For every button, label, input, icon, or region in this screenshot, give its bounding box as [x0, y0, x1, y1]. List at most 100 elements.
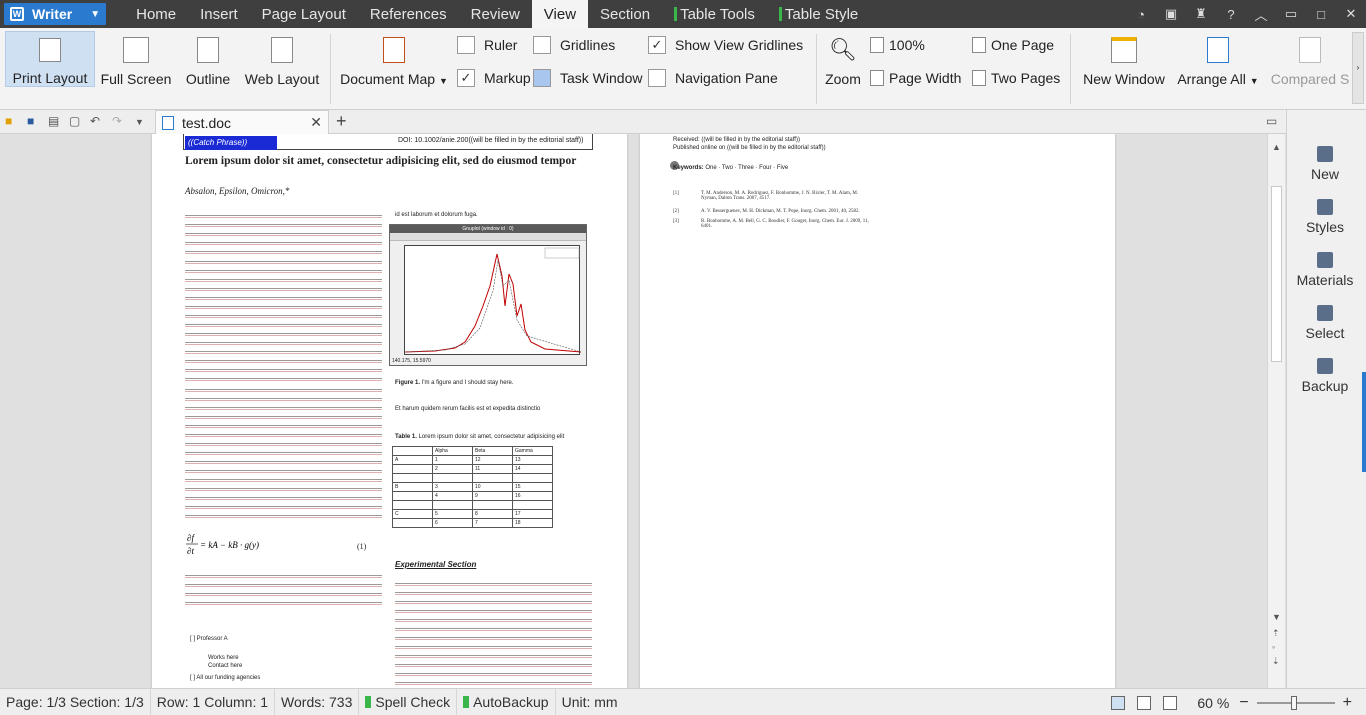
show-view-gridlines-checkbox[interactable]: ✓ Show View Gridlines	[648, 36, 803, 54]
table-cell[interactable]: B	[392, 482, 433, 492]
table-cell[interactable]: 6	[432, 518, 473, 528]
maximize-icon[interactable]: □	[1306, 7, 1336, 22]
table-cell[interactable]: 18	[512, 518, 553, 528]
table-cell[interactable]	[472, 473, 513, 483]
print-icon[interactable]: ▤	[48, 114, 59, 128]
zoom-out-button[interactable]: −	[1239, 694, 1248, 712]
status-page[interactable]: Page: 1/3 Section: 1/3	[0, 688, 151, 715]
table-cell[interactable]	[392, 491, 433, 501]
table-cell[interactable]: 5	[432, 509, 473, 519]
restore-window-icon[interactable]: ▭	[1276, 6, 1306, 22]
redo-icon[interactable]: ↷	[112, 114, 122, 128]
table-cell[interactable]: C	[392, 509, 433, 519]
task-window-checkbox[interactable]: Task Window	[533, 69, 642, 87]
tab-insert[interactable]: Insert	[188, 0, 250, 28]
previous-page-icon[interactable]: ⇡	[1272, 628, 1280, 639]
print-layout-button[interactable]: Print Layout	[5, 31, 95, 87]
shirt-icon[interactable]: ♜	[1186, 6, 1216, 22]
taskpane-collapse-handle[interactable]	[1362, 372, 1366, 472]
document-page-2[interactable]: Received: ((will be filled in by the edi…	[640, 134, 1115, 688]
new-window-button[interactable]: New Window	[1078, 31, 1170, 87]
status-unit[interactable]: Unit: mm	[556, 689, 624, 715]
navigation-pane-checkbox[interactable]: Navigation Pane	[648, 69, 778, 87]
select-browse-object-icon[interactable]: ◦	[1272, 642, 1275, 652]
save-icon[interactable]: ■	[27, 114, 34, 128]
table-header-cell[interactable]	[392, 446, 433, 456]
taskpane-styles[interactable]: Styles	[1287, 199, 1363, 235]
full-screen-button[interactable]: Full Screen	[98, 31, 174, 87]
zoom-button[interactable]: 🔍︎ Zoom	[822, 31, 864, 87]
tab-table-tools[interactable]: Table Tools	[662, 0, 767, 28]
one-page-button[interactable]: One Page	[972, 37, 1054, 53]
new-tab-button[interactable]: +	[336, 111, 347, 132]
table-cell[interactable]: 16	[512, 491, 553, 501]
zoom-slider[interactable]	[1256, 695, 1335, 710]
open-folder-icon[interactable]: ■	[5, 114, 12, 128]
arrange-all-button[interactable]: Arrange All ▼	[1176, 31, 1260, 87]
table-cell[interactable]: 1	[432, 455, 473, 465]
table-header-cell[interactable]: Alpha	[432, 446, 473, 456]
outline-button[interactable]: Outline	[180, 31, 236, 87]
taskpane-select[interactable]: Select	[1287, 305, 1363, 341]
zoom-in-button[interactable]: +	[1343, 694, 1352, 712]
table-cell[interactable]: 2	[432, 464, 473, 474]
tab-page-layout[interactable]: Page Layout	[250, 0, 358, 28]
outline-view-icon[interactable]	[1137, 695, 1152, 710]
chevron-down-icon[interactable]: ▼	[135, 117, 144, 127]
table-cell[interactable]: A	[392, 455, 433, 465]
table-cell[interactable]	[392, 464, 433, 474]
table-cell[interactable]: 10	[472, 482, 513, 492]
table-cell[interactable]: 14	[512, 464, 553, 474]
scroll-up-icon[interactable]: ▲	[1272, 142, 1281, 152]
next-page-icon[interactable]: ⇣	[1272, 656, 1280, 667]
table-cell[interactable]	[512, 473, 553, 483]
document-map-button[interactable]: Document Map ▼	[338, 31, 450, 87]
table-cell[interactable]: 7	[472, 518, 513, 528]
gridlines-checkbox[interactable]: Gridlines	[533, 36, 615, 54]
undo-icon[interactable]: ↶	[90, 114, 100, 128]
tab-list-icon[interactable]: ▭	[1266, 114, 1277, 128]
table-cell[interactable]: 3	[432, 482, 473, 492]
help-icon[interactable]: ?	[1216, 7, 1246, 22]
sync-icon[interactable]: ◔	[1126, 7, 1156, 22]
vertical-scrollbar[interactable]: ▲ ▼ ⇡ ◦ ⇣	[1267, 134, 1285, 688]
table-cell[interactable]	[392, 500, 433, 510]
close-window-icon[interactable]: ✕	[1336, 6, 1366, 22]
scrollbar-thumb[interactable]	[1271, 186, 1282, 362]
table-cell[interactable]: 12	[472, 455, 513, 465]
print-preview-icon[interactable]: ▢	[69, 114, 80, 128]
table-cell[interactable]: 9	[472, 491, 513, 501]
zoom-level[interactable]: 60 %	[1197, 695, 1229, 711]
table-cell[interactable]	[432, 473, 473, 483]
compared-side-by-side-button[interactable]: Compared S	[1268, 31, 1352, 87]
skin-icon[interactable]: ▣	[1156, 6, 1186, 22]
app-menu-button[interactable]: W Writer ▼	[4, 3, 107, 25]
document-tab[interactable]: test.doc ✕	[155, 110, 329, 134]
data-table[interactable]: Alpha Beta Gamma A 1 12 13 2 11 14 B 3 10 15 491…	[392, 446, 553, 528]
table-cell[interactable]: 8	[472, 509, 513, 519]
autobackup-toggle[interactable]: AutoBackup	[457, 688, 556, 715]
zoom-100-button[interactable]: 100%	[870, 37, 925, 53]
close-tab-icon[interactable]: ✕	[310, 114, 322, 131]
ribbon-scroll-right-icon[interactable]: ›	[1352, 32, 1364, 104]
tab-table-style[interactable]: Table Style	[767, 0, 870, 28]
table-cell[interactable]	[392, 473, 433, 483]
taskpane-backup[interactable]: Backup	[1287, 358, 1363, 394]
tab-section[interactable]: Section	[588, 0, 662, 28]
two-pages-button[interactable]: Two Pages	[972, 70, 1060, 86]
status-words[interactable]: Words: 733	[275, 688, 360, 715]
tab-home[interactable]: Home	[124, 0, 188, 28]
table-header-cell[interactable]: Gamma	[512, 446, 553, 456]
spell-check-toggle[interactable]: Spell Check	[359, 688, 458, 715]
table-cell[interactable]	[512, 500, 553, 510]
table-cell[interactable]: 11	[472, 464, 513, 474]
table-cell[interactable]: 15	[512, 482, 553, 492]
tab-references[interactable]: References	[358, 0, 459, 28]
web-layout-view-icon[interactable]	[1163, 695, 1178, 710]
zoom-slider-handle[interactable]	[1290, 695, 1297, 710]
tab-review[interactable]: Review	[459, 0, 532, 28]
table-cell[interactable]: 4	[432, 491, 473, 501]
table-cell[interactable]: 13	[512, 455, 553, 465]
document-page-1[interactable]: ⌐ ((Catch Phrase)) DOI: 10.1002/anie.200…	[152, 134, 627, 688]
table-header-cell[interactable]: Beta	[472, 446, 513, 456]
